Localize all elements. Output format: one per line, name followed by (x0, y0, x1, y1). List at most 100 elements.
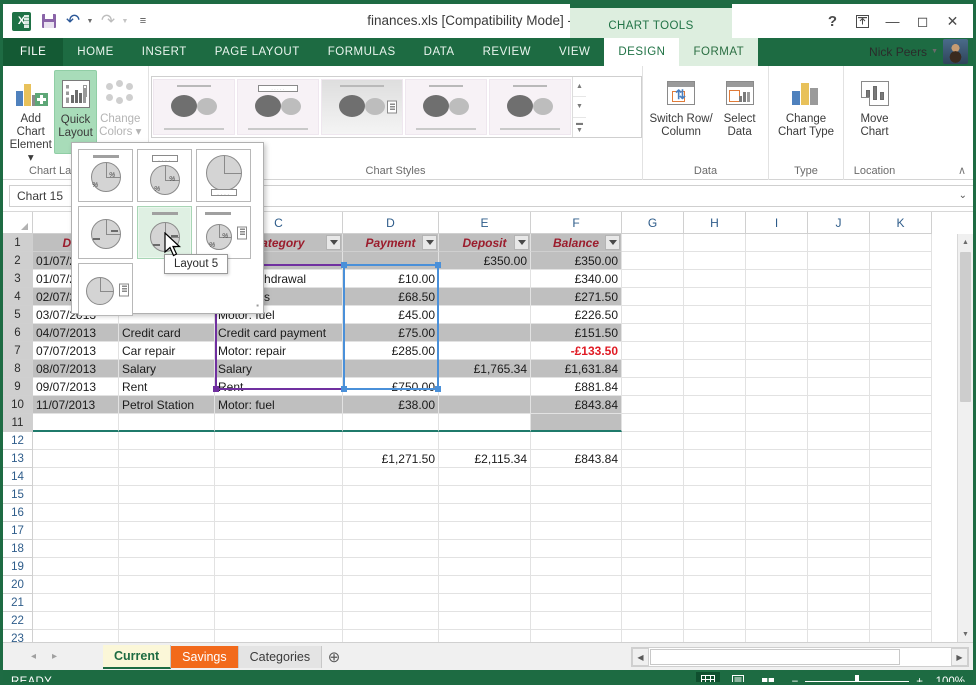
grid-cell[interactable] (808, 558, 870, 576)
grid-cell[interactable] (746, 468, 808, 486)
grid-cell[interactable] (808, 612, 870, 630)
grid-cell[interactable] (119, 576, 215, 594)
grid-cell[interactable] (870, 558, 932, 576)
column-header-j[interactable]: J (808, 212, 870, 234)
grid-cell[interactable] (343, 432, 439, 450)
redo-dropdown-icon[interactable]: ▼ (121, 10, 130, 32)
grid-cell[interactable] (215, 414, 343, 432)
grid-cell[interactable] (870, 342, 932, 360)
grid-cell[interactable] (808, 468, 870, 486)
grid-cell[interactable] (343, 558, 439, 576)
grid-cell[interactable] (870, 270, 932, 288)
filter-dropdown-icon[interactable] (422, 235, 437, 250)
grid-cell[interactable] (439, 396, 531, 414)
grid-cell[interactable]: £750.00 (343, 378, 439, 396)
grid-cell[interactable] (622, 414, 684, 432)
grid-cell[interactable] (870, 396, 932, 414)
zoom-in-icon[interactable]: + (916, 676, 923, 682)
sheet-nav-next-icon[interactable]: ▸ (52, 651, 57, 662)
grid-cell[interactable] (119, 414, 215, 432)
grid-cell[interactable] (343, 576, 439, 594)
row-header[interactable]: 18 (3, 540, 33, 558)
chart-style-thumb[interactable] (153, 79, 235, 135)
grid-cell[interactable] (119, 630, 215, 642)
expand-formula-bar-icon[interactable]: ⌄ (959, 190, 967, 201)
row-header[interactable]: 12 (3, 432, 33, 450)
row-header[interactable]: 7 (3, 342, 33, 360)
ribbon-display-options-icon[interactable] (848, 10, 877, 32)
grid-cell[interactable] (684, 540, 746, 558)
grid-cell[interactable] (622, 486, 684, 504)
gallery-scroll-up-icon[interactable]: ▲ (573, 77, 586, 96)
grid-cell[interactable] (746, 630, 808, 642)
table-header-cell[interactable]: Balance (531, 234, 622, 252)
quick-layout-item-6[interactable]: % % (196, 206, 251, 259)
row-header[interactable]: 15 (3, 486, 33, 504)
gallery-scrollbar[interactable]: ▲ ▼ ▬ ▼ (572, 77, 586, 137)
grid-cell[interactable] (684, 612, 746, 630)
grid-cell[interactable] (746, 342, 808, 360)
grid-cell[interactable] (622, 432, 684, 450)
grid-cell[interactable] (531, 504, 622, 522)
grid-cell[interactable] (746, 270, 808, 288)
grid-cell[interactable] (531, 414, 622, 432)
tab-review[interactable]: REVIEW (469, 38, 545, 66)
grid-cell[interactable] (746, 450, 808, 468)
column-header-k[interactable]: K (870, 212, 932, 234)
tab-insert[interactable]: INSERT (128, 38, 201, 66)
filter-dropdown-icon[interactable] (326, 235, 341, 250)
page-break-preview-icon[interactable] (756, 672, 780, 682)
grid-cell[interactable] (622, 324, 684, 342)
grid-cell[interactable] (870, 378, 932, 396)
grid-cell[interactable]: Motor: fuel (215, 396, 343, 414)
grid-cell[interactable] (531, 486, 622, 504)
grid-cell[interactable] (746, 540, 808, 558)
grid-cell[interactable] (808, 504, 870, 522)
grid-cell[interactable]: £38.00 (343, 396, 439, 414)
grid-cell[interactable] (684, 324, 746, 342)
chart-style-thumb[interactable] (405, 79, 487, 135)
grid-cell[interactable]: £75.00 (343, 324, 439, 342)
grid-cell[interactable] (622, 378, 684, 396)
grid-cell[interactable] (746, 396, 808, 414)
grid-cell[interactable] (808, 450, 870, 468)
grid-cell[interactable] (531, 540, 622, 558)
grid-cell[interactable] (870, 414, 932, 432)
horizontal-scroll-thumb[interactable] (650, 649, 900, 665)
grid-cell[interactable] (870, 432, 932, 450)
change-colors-button[interactable]: Change Colors ▾ (97, 70, 144, 139)
grid-cell[interactable] (622, 504, 684, 522)
grid-cell[interactable] (808, 342, 870, 360)
row-header[interactable]: 13 (3, 450, 33, 468)
tab-formulas[interactable]: FORMULAS (314, 38, 410, 66)
grid-cell[interactable] (33, 522, 119, 540)
quick-layout-dropdown[interactable]: % % - - - - % % - - - - % % ▪ (71, 142, 264, 316)
grid-cell[interactable] (808, 324, 870, 342)
grid-cell[interactable] (33, 540, 119, 558)
grid-cell[interactable] (808, 432, 870, 450)
grid-cell[interactable] (808, 306, 870, 324)
grid-cell[interactable] (870, 576, 932, 594)
grid-cell[interactable] (531, 612, 622, 630)
grid-cell[interactable] (870, 486, 932, 504)
tab-design[interactable]: DESIGN (604, 38, 680, 66)
grid-cell[interactable] (343, 522, 439, 540)
grid-cell[interactable] (622, 450, 684, 468)
grid-cell[interactable] (33, 558, 119, 576)
grid-cell[interactable]: £843.84 (531, 396, 622, 414)
grid-cell[interactable] (215, 576, 343, 594)
grid-cell[interactable] (343, 540, 439, 558)
grid-cell[interactable] (622, 234, 684, 252)
grid-cell[interactable] (215, 486, 343, 504)
grid-cell[interactable] (439, 414, 531, 432)
grid-cell[interactable] (870, 468, 932, 486)
grid-cell[interactable] (531, 630, 622, 642)
grid-cell[interactable]: 11/07/2013 (33, 396, 119, 414)
grid-cell[interactable] (215, 522, 343, 540)
grid-cell[interactable] (119, 486, 215, 504)
grid-cell[interactable]: £151.50 (531, 324, 622, 342)
sheet-tab-current[interactable]: Current (103, 644, 172, 669)
grid-cell[interactable]: Salary (215, 360, 343, 378)
grid-cell[interactable] (215, 558, 343, 576)
grid-cell[interactable] (622, 612, 684, 630)
